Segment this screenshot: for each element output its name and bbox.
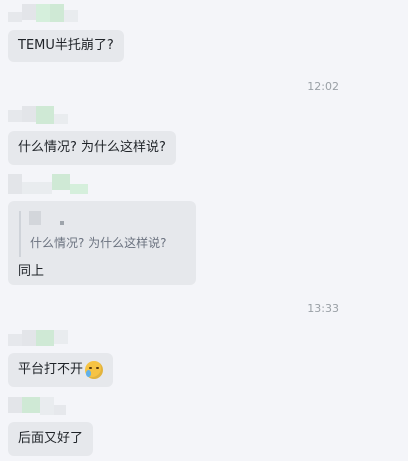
sender-name-blurred bbox=[8, 330, 68, 350]
quoted-sender-blurred-dot bbox=[60, 221, 64, 225]
message-text: 平台打不开 bbox=[18, 362, 84, 377]
message-text: TEMU半托崩了? bbox=[18, 38, 114, 53]
chat-view: TEMU半托崩了? 12:02 什么情况? 为什么这样说? 什么情况? 为什么这… bbox=[0, 0, 408, 461]
message-bubble[interactable]: 什么情况? 为什么这样说? bbox=[8, 131, 176, 165]
reply-message-bubble[interactable]: 什么情况? 为什么这样说? 同上 bbox=[8, 201, 196, 285]
sender-name-blurred bbox=[8, 174, 88, 194]
message-text: 什么情况? 为什么这样说? bbox=[18, 140, 166, 155]
sender-name-blurred bbox=[8, 397, 66, 417]
message-bubble[interactable]: 平台打不开 bbox=[8, 353, 114, 387]
quoted-message-text[interactable]: 什么情况? 为什么这样说? bbox=[30, 234, 167, 251]
message-bubble[interactable]: 后面又好了 bbox=[8, 422, 94, 456]
timestamp: 12:02 bbox=[307, 80, 339, 93]
message-text: 同上 bbox=[18, 264, 45, 279]
quoted-sender-blurred bbox=[29, 211, 41, 225]
message-text: 后面又好了 bbox=[18, 431, 84, 446]
message-bubble[interactable]: TEMU半托崩了? bbox=[8, 30, 124, 62]
crying-laughing-emoji-icon bbox=[85, 361, 104, 379]
quote-bar bbox=[19, 211, 21, 257]
sender-name-blurred bbox=[8, 4, 78, 24]
timestamp: 13:33 bbox=[307, 302, 339, 315]
sender-name-blurred bbox=[8, 106, 68, 126]
